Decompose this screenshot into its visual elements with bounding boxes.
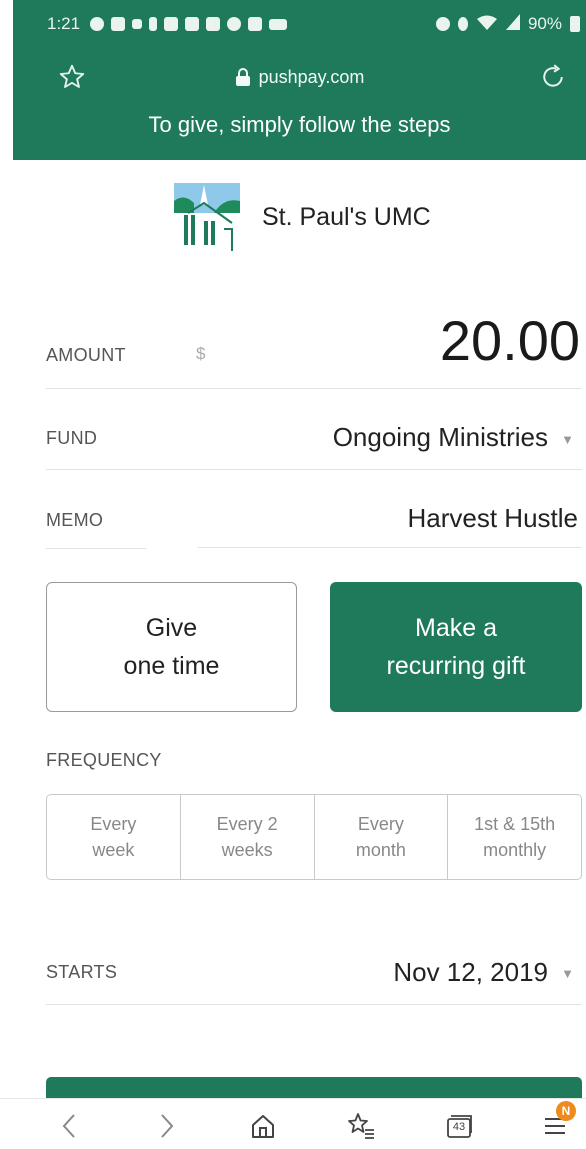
browser-header: 1:21 90% pushpay.com To give, simply fol… [13, 0, 586, 160]
browser-bottom-nav: 43 N [0, 1098, 586, 1149]
frequency-option-biweekly[interactable]: Every 2 weeks [181, 795, 315, 879]
frequency-option-monthly[interactable]: Every month [315, 795, 449, 879]
instruction-banner: To give, simply follow the steps [148, 112, 451, 137]
start-date-value[interactable]: Nov 12, 2019 [393, 957, 548, 988]
memo-input[interactable]: Harvest Hustle [408, 503, 579, 534]
mail-icon [164, 17, 179, 31]
url-bar[interactable]: pushpay.com [13, 50, 586, 104]
divider [46, 548, 146, 549]
usb-icon [149, 17, 158, 31]
bluetooth-icon [457, 17, 468, 31]
mail-icon [206, 17, 221, 31]
frequency-selector: Every week Every 2 weeks Every month 1st… [46, 794, 582, 880]
back-chevron-icon[interactable] [52, 1109, 86, 1143]
eye-icon [90, 17, 105, 31]
wifi-icon [476, 14, 498, 35]
amount-input[interactable]: 20.00 [440, 308, 580, 373]
home-icon[interactable] [246, 1109, 280, 1143]
memo-input-underline [198, 547, 582, 548]
bookmarks-icon[interactable] [344, 1109, 378, 1143]
status-time: 1:21 [47, 14, 81, 33]
signal-icon [505, 13, 520, 35]
dropdown-caret-icon: ▼ [561, 432, 574, 447]
tabs-count: 43 [452, 1121, 466, 1133]
url-display[interactable]: pushpay.com [235, 66, 365, 88]
give-one-time-button[interactable]: Give one time [46, 582, 297, 712]
organization-header: St. Paul's UMC [174, 183, 431, 251]
frequency-option-weekly[interactable]: Every week [47, 795, 181, 879]
starts-label: STARTS [46, 962, 118, 982]
grid-icon [132, 19, 143, 29]
dropdown-caret-icon: ▼ [561, 966, 574, 981]
frequency-option-semimonthly[interactable]: 1st & 15th monthly [448, 795, 581, 879]
notification-icons [90, 17, 288, 31]
linkedin-icon [248, 17, 263, 31]
video-icon [269, 18, 288, 30]
url-text: pushpay.com [258, 66, 365, 87]
messages-icon [111, 17, 126, 31]
memo-label: MEMO [46, 510, 104, 530]
tabs-icon[interactable]: 43 [442, 1109, 476, 1143]
forward-chevron-icon[interactable] [150, 1109, 184, 1143]
menu-icon[interactable]: N [538, 1101, 576, 1143]
frequency-label: FREQUENCY [46, 750, 162, 770]
start-date-select[interactable]: STARTS Nov 12, 2019 ▼ [46, 930, 582, 1005]
fund-selected-value[interactable]: Ongoing Ministries [333, 422, 548, 453]
currency-symbol: $ [196, 344, 206, 363]
recurring-gift-button[interactable]: Make a recurring gift [330, 582, 582, 712]
battery-level: 90% [527, 14, 562, 33]
fund-label: FUND [46, 428, 98, 448]
amount-label: AMOUNT [46, 345, 126, 365]
amount-field[interactable]: AMOUNT $ 20.00 [46, 300, 582, 389]
bookmark-star-icon[interactable] [57, 62, 87, 92]
alarm-icon [435, 17, 450, 31]
reload-icon[interactable] [538, 62, 568, 92]
notification-badge: N [556, 1101, 576, 1121]
organization-name: St. Paul's UMC [262, 202, 431, 231]
mail-icon [185, 17, 200, 31]
memo-field[interactable]: MEMO Harvest Hustle [46, 470, 582, 548]
fund-select[interactable]: FUND Ongoing Ministries ▼ [46, 389, 582, 470]
lock-icon [235, 68, 251, 86]
church-logo-icon [174, 183, 240, 251]
eye-icon [227, 17, 242, 31]
battery-icon [570, 16, 580, 32]
status-bar: 1:21 90% [13, 0, 586, 48]
